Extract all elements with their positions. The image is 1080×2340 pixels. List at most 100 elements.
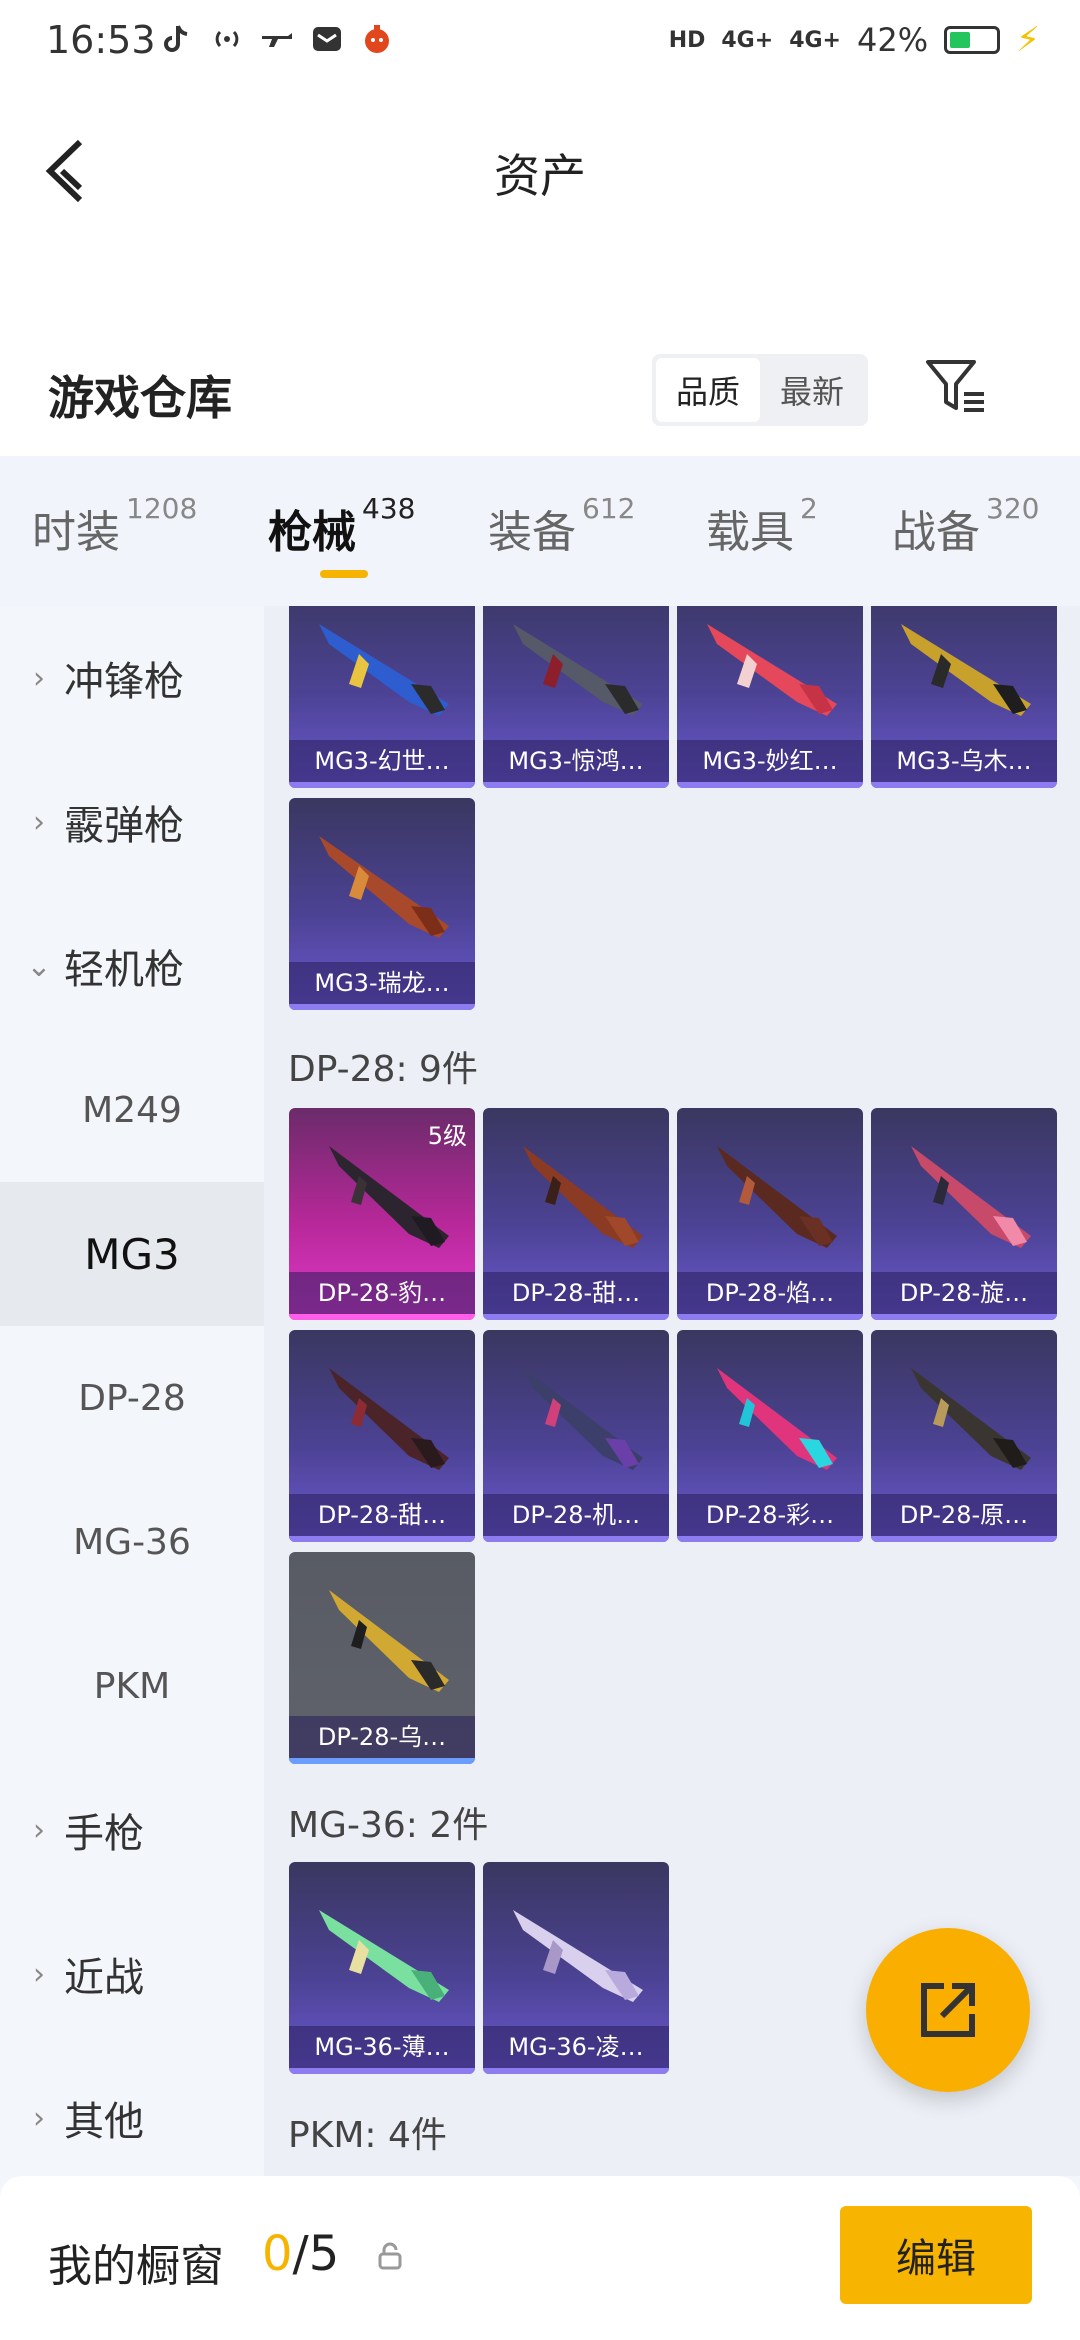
gun-skin-icon [513,1910,643,2002]
warehouse-title: 游戏仓库 [48,371,232,425]
weapon-card[interactable]: MG-36-薄… [289,1862,475,2074]
weapon-card[interactable]: DP-28-甜… [289,1330,475,1542]
section-title-mg36: MG-36: 2件 [288,1805,489,1846]
weapon-card-label: DP-28-旋… [871,1272,1057,1314]
sidebar-item-lmg[interactable]: ⌄ 轻机枪 [0,894,264,1038]
weapon-card[interactable]: DP-28-甜… [483,1108,669,1320]
tab-label: 装备 [488,507,576,558]
share-icon [921,1983,975,2037]
chevron-down-icon: ⌄ [26,948,52,984]
chevron-right-icon: › [33,660,45,696]
sidebar-item-melee[interactable]: › 近战 [0,1902,264,2046]
sidebar-item-label: 手枪 [64,1811,144,1857]
weapon-card-label: MG3-幻世… [289,740,475,782]
gun-skin-icon [319,624,449,716]
gun-skin-icon [717,1146,837,1248]
sidebar-item-dp28[interactable]: DP-28 [0,1326,264,1470]
gun-skin-icon [901,624,1031,716]
sidebar-item-pkm[interactable]: PKM [0,1614,264,1758]
weapon-card-label: MG-36-凌… [483,2026,669,2068]
battery-icon [944,26,1001,54]
weapon-card[interactable]: DP-28-机… [483,1330,669,1542]
sidebar-item-shotgun[interactable]: › 霰弹枪 [0,750,264,894]
gun-skin-icon [319,836,449,938]
tab-vehicles[interactable]: 载具 2 [706,492,818,560]
notification-icons [160,22,394,56]
lock-icon [378,2242,402,2270]
status-right: HD 4G+ 4G+ 42% ⚡ [669,20,1040,60]
game-app-icon [365,25,389,53]
sidebar-item-label: 其他 [64,2099,144,2145]
hd-icon: HD [668,27,706,53]
sidebar-item-other[interactable]: › 其他 [0,2046,264,2190]
section-title-dp28: DP-28: 9件 [288,1049,478,1090]
weapon-card[interactable]: DP-28-乌… [289,1552,475,1764]
sidebar-item-mg36[interactable]: MG-36 [0,1470,264,1614]
tab-count: 320 [986,492,1040,525]
sidebar-item-pistol[interactable]: › 手枪 [0,1758,264,1902]
share-fab[interactable] [866,1928,1030,2092]
tab-count: 612 [582,492,636,525]
filter-icon[interactable] [924,356,988,420]
weapon-sidebar: › 冲锋枪 › 霰弹枪 ⌄ 轻机枪 M249 MG3 DP-28 MG-36 PKM … [0,606,264,2176]
weapon-card-label: DP-28-甜… [289,1494,475,1536]
chevron-right-icon: › [33,2100,45,2136]
weapon-card-label: DP-28-甜… [483,1272,669,1314]
weapon-card-label: MG3-乌木… [871,740,1057,782]
weapon-card[interactable]: DP-28-旋… [871,1108,1057,1320]
header: 资产 [0,86,1080,336]
weapon-card-label: DP-28-彩… [677,1494,863,1536]
gun-skin-icon [513,624,643,716]
showcase-bar: 我的橱窗 0/5 编辑 [0,2176,1080,2340]
weapon-card[interactable]: DP-28-原… [871,1330,1057,1542]
tab-supplies[interactable]: 战备 320 [892,492,1039,560]
gun-skin-icon [717,1368,837,1470]
sort-quality-option[interactable]: 品质 [656,358,760,422]
weapon-card[interactable]: MG3-幻世… [289,606,475,788]
sidebar-item-label: 冲锋枪 [64,659,184,705]
level-badge: 5级 [427,1122,467,1150]
tab-count: 438 [362,492,416,525]
sort-segmented-control: 品质 最新 [652,354,868,426]
showcase-label: 我的橱窗 [48,2241,224,2292]
sidebar-item-m249[interactable]: M249 [0,1038,264,1182]
chevron-right-icon: › [33,1812,45,1848]
sort-newest-option[interactable]: 最新 [760,358,864,422]
tab-count: 1208 [126,492,198,525]
tab-label: 时装 [32,507,120,558]
weapon-card-label: MG3-瑞龙… [289,962,475,1004]
gun-skin-icon [329,1590,449,1692]
page-title: 资产 [494,149,586,203]
tab-firearms[interactable]: 枪械 438 [268,492,415,560]
weapon-card[interactable]: 5级 DP-28-豹… [289,1108,475,1320]
battery-percent: 42% [857,21,929,59]
chevron-right-icon: › [33,1956,45,1992]
gun-skin-icon [319,1910,449,2002]
showcase-current: 0 [262,2226,293,2282]
sidebar-item-label: 轻机枪 [64,947,184,993]
weapon-card-label: DP-28-机… [483,1494,669,1536]
tab-equipment[interactable]: 装备 612 [488,492,635,560]
weapon-card[interactable]: MG3-妙红… [677,606,863,788]
weapon-card-label: DP-28-焰… [677,1272,863,1314]
mail-icon [313,27,341,51]
status-time: 16:53 [46,18,156,62]
chevron-right-icon: › [33,804,45,840]
weapon-card[interactable]: DP-28-彩… [677,1330,863,1542]
showcase-total: /5 [292,2226,340,2282]
tab-fashion[interactable]: 时装 1208 [32,492,197,560]
sidebar-item-mg3[interactable]: MG3 [0,1182,264,1326]
weapon-card[interactable]: MG3-惊鸿… [483,606,669,788]
weapon-card[interactable]: MG3-乌木… [871,606,1057,788]
sidebar-item-smg[interactable]: › 冲锋枪 [0,606,264,750]
tiktok-icon [164,25,188,52]
gun-skin-icon [523,1368,643,1470]
weapon-card[interactable]: MG-36-凌… [483,1862,669,2074]
hotspot-icon [215,30,239,48]
edit-button[interactable]: 编辑 [840,2206,1032,2304]
gun-skin-icon [911,1368,1031,1470]
weapon-card[interactable]: MG3-瑞龙… [289,798,475,1010]
tab-label: 枪械 [268,507,356,558]
signal-1-label: 4G+ [721,27,774,53]
weapon-card[interactable]: DP-28-焰… [677,1108,863,1320]
